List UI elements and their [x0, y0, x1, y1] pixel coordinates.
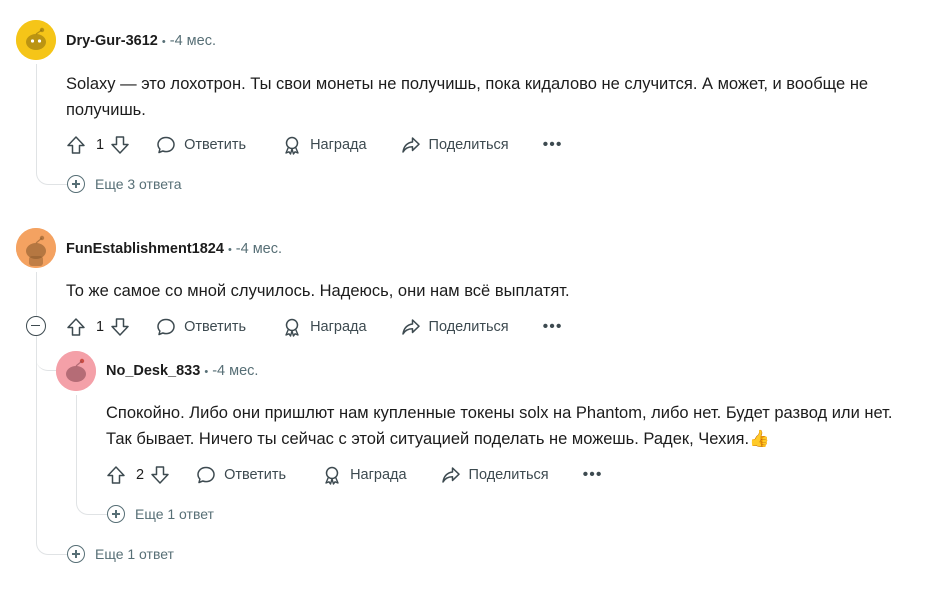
share-label: Поделиться	[468, 467, 549, 483]
comment-actions: 1 Ответить Награда Поделиться •••	[66, 131, 562, 159]
comment-actions: 2 Ответить Награда Поделиться •••	[106, 461, 602, 489]
share-label: Поделиться	[428, 137, 509, 153]
downvote-icon[interactable]	[110, 135, 130, 155]
comment-actions: 1 Ответить Награда Поделиться •••	[66, 313, 562, 341]
reply-label: Ответить	[184, 319, 247, 335]
vote-control: 1	[66, 135, 130, 155]
upvote-icon[interactable]	[106, 465, 126, 485]
share-button[interactable]: Поделиться	[441, 465, 549, 485]
thread-line	[36, 520, 67, 555]
comment-body: То же самое со мной случилось. Надеюсь, …	[66, 282, 570, 300]
upvote-icon[interactable]	[66, 135, 86, 155]
timestamp[interactable]: -4 мес.	[170, 33, 216, 49]
more-replies-label: Еще 1 ответ	[95, 546, 174, 562]
award-label: Награда	[310, 137, 367, 153]
comment-meta: FunEstablishment1824 • -4 мес.	[66, 241, 282, 257]
share-label: Поделиться	[428, 319, 509, 335]
vote-control: 1	[66, 317, 130, 337]
downvote-icon[interactable]	[110, 317, 130, 337]
more-replies-link[interactable]: Еще 1 ответ	[107, 505, 214, 523]
share-icon	[401, 317, 421, 337]
snoo-icon	[56, 351, 96, 391]
more-replies-link[interactable]: Еще 3 ответа	[67, 175, 182, 193]
award-label: Награда	[310, 319, 367, 335]
author-link[interactable]: FunEstablishment1824	[66, 241, 224, 257]
reply-button[interactable]: Ответить	[156, 317, 246, 337]
plus-circle-icon	[107, 505, 125, 523]
award-icon	[322, 465, 342, 485]
comment-body: Solaxy — это лохотрон. Ты свои монеты не…	[66, 75, 869, 119]
avatar[interactable]	[16, 20, 56, 60]
thread-line	[36, 64, 67, 185]
plus-circle-icon	[67, 545, 85, 563]
more-replies-link[interactable]: Еще 1 ответ	[67, 545, 174, 563]
plus-circle-icon	[67, 175, 85, 193]
more-options-icon[interactable]: •••	[543, 318, 563, 336]
share-icon	[401, 135, 421, 155]
meta-separator: •	[161, 36, 166, 48]
speech-bubble-icon	[156, 317, 176, 337]
vote-count: 2	[136, 467, 145, 483]
more-options-icon[interactable]: •••	[543, 136, 563, 154]
award-icon	[282, 317, 302, 337]
speech-bubble-icon	[196, 465, 216, 485]
reply-label: Ответить	[224, 467, 287, 483]
share-button[interactable]: Поделиться	[401, 317, 509, 337]
award-button[interactable]: Награда	[282, 317, 367, 337]
more-replies-label: Еще 1 ответ	[135, 506, 214, 522]
share-button[interactable]: Поделиться	[401, 135, 509, 155]
reply-button[interactable]: Ответить	[156, 135, 246, 155]
award-button[interactable]: Награда	[282, 135, 367, 155]
author-link[interactable]: Dry-Gur-3612	[66, 33, 158, 49]
vote-count: 1	[96, 319, 105, 335]
more-replies-label: Еще 3 ответа	[95, 176, 182, 192]
more-options-icon[interactable]: •••	[583, 466, 603, 484]
reply-label: Ответить	[184, 137, 247, 153]
timestamp[interactable]: -4 мес.	[212, 363, 258, 379]
comment-meta: No_Desk_833 • -4 мес.	[106, 363, 258, 379]
meta-separator: •	[204, 366, 209, 378]
thread-line	[76, 395, 107, 515]
snoo-icon	[16, 228, 56, 268]
comment-meta: Dry-Gur-3612 • -4 мес.	[66, 33, 216, 49]
vote-count: 1	[96, 137, 105, 153]
snoo-icon	[16, 20, 56, 60]
upvote-icon[interactable]	[66, 317, 86, 337]
thread-line	[36, 336, 37, 536]
downvote-icon[interactable]	[150, 465, 170, 485]
avatar[interactable]	[16, 228, 56, 268]
avatar[interactable]	[56, 351, 96, 391]
award-button[interactable]: Награда	[322, 465, 407, 485]
timestamp[interactable]: -4 мес.	[236, 241, 282, 257]
award-label: Награда	[350, 467, 407, 483]
comment-body: Спокойно. Либо они пришлют нам купленные…	[106, 404, 893, 448]
vote-control: 2	[106, 465, 170, 485]
speech-bubble-icon	[156, 135, 176, 155]
meta-separator: •	[227, 244, 232, 256]
reply-button[interactable]: Ответить	[196, 465, 286, 485]
thread-line	[36, 272, 37, 316]
share-icon	[441, 465, 461, 485]
collapse-thread-button[interactable]	[26, 316, 46, 336]
thread-line	[36, 340, 56, 371]
award-icon	[282, 135, 302, 155]
author-link[interactable]: No_Desk_833	[106, 363, 200, 379]
